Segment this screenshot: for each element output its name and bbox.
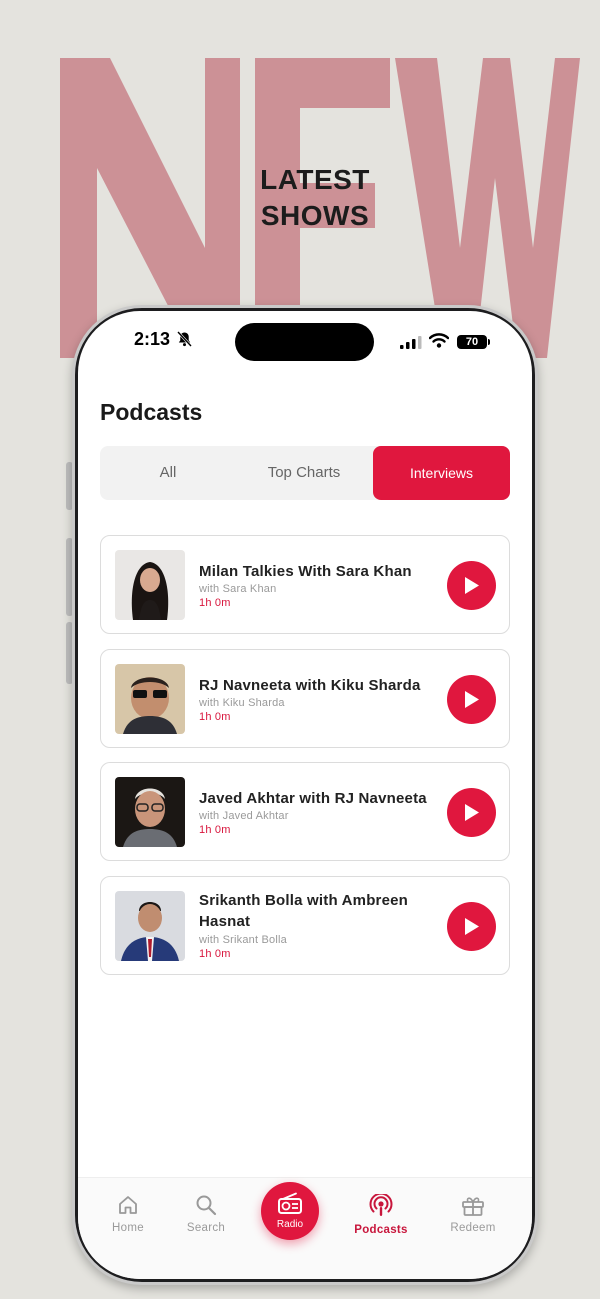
nav-radio[interactable]: Radio xyxy=(261,1182,319,1240)
promo-headline-line1: LATEST xyxy=(260,164,370,195)
podcast-thumbnail xyxy=(115,664,185,734)
podcast-subtitle: with Sara Khan xyxy=(199,583,277,595)
signal-icon xyxy=(400,336,422,349)
status-bar: 2:13 70 xyxy=(78,311,532,371)
podcast-title: Javed Akhtar with RJ Navneeta xyxy=(199,790,427,807)
podcast-duration: 1h 0m xyxy=(199,597,231,609)
battery-tip xyxy=(488,339,490,345)
nav-label: Search xyxy=(186,1222,226,1234)
play-icon xyxy=(465,691,479,708)
home-icon xyxy=(119,1196,137,1214)
bell-slash-icon xyxy=(177,331,192,347)
gift-icon xyxy=(462,1197,484,1216)
status-time: 2:13 xyxy=(134,329,171,349)
nav-label: Home xyxy=(112,1222,144,1234)
battery-icon: 70 xyxy=(457,335,487,349)
radio-icon xyxy=(278,1192,302,1214)
search-icon xyxy=(196,1195,217,1216)
tab-interviews[interactable]: Interviews xyxy=(373,446,510,500)
page-title: Podcasts xyxy=(100,399,203,425)
podcast-subtitle: with Kiku Sharda xyxy=(199,697,285,709)
podcast-card[interactable]: RJ Navneeta with Kiku Sharda with Kiku S… xyxy=(100,649,510,748)
podcast-card[interactable]: Srikanth Bolla with Ambreen Hasnat with … xyxy=(100,876,510,975)
wifi-icon xyxy=(429,333,449,348)
play-button[interactable] xyxy=(447,561,496,610)
podcast-thumbnail xyxy=(115,777,185,847)
podcast-thumbnail xyxy=(115,550,185,620)
play-button[interactable] xyxy=(447,675,496,724)
podcast-title: Srikanth Bolla with Ambreen Hasnat xyxy=(199,892,409,930)
podcast-title: Milan Talkies With Sara Khan xyxy=(199,563,412,580)
nav-podcasts[interactable]: Podcasts xyxy=(341,1194,421,1236)
podcast-title: RJ Navneeta with Kiku Sharda xyxy=(199,677,421,694)
podcast-duration: 1h 0m xyxy=(199,711,231,723)
nav-label: Podcasts xyxy=(354,1224,408,1236)
app-screen: 2:13 70 Podcasts All Top Charts Intervie… xyxy=(78,311,532,1279)
promo-headline-line2: SHOWS xyxy=(260,200,370,231)
play-icon xyxy=(465,577,479,594)
podcast-subtitle: with Javed Akhtar xyxy=(199,810,289,822)
tab-all[interactable]: All xyxy=(100,446,236,500)
nav-label: Redeem xyxy=(450,1222,496,1234)
nav-label: Radio xyxy=(276,1219,304,1230)
podcast-duration: 1h 0m xyxy=(199,948,231,960)
podcast-card[interactable]: Javed Akhtar with RJ Navneeta with Javed… xyxy=(100,762,510,861)
category-tabs: All Top Charts Interviews xyxy=(100,446,510,500)
nav-search[interactable]: Search xyxy=(166,1194,246,1234)
play-icon xyxy=(465,918,479,935)
podcast-subtitle: with Srikant Bolla xyxy=(199,934,287,946)
dynamic-island xyxy=(235,323,374,361)
nav-home[interactable]: Home xyxy=(88,1194,168,1234)
podcast-thumbnail xyxy=(115,891,185,961)
podcast-icon xyxy=(369,1194,393,1216)
play-button[interactable] xyxy=(447,788,496,837)
play-button[interactable] xyxy=(447,902,496,951)
podcast-duration: 1h 0m xyxy=(199,824,231,836)
tab-top-charts[interactable]: Top Charts xyxy=(236,446,372,500)
play-icon xyxy=(465,804,479,821)
podcast-card[interactable]: Milan Talkies With Sara Khan with Sara K… xyxy=(100,535,510,634)
nav-redeem[interactable]: Redeem xyxy=(433,1194,513,1234)
